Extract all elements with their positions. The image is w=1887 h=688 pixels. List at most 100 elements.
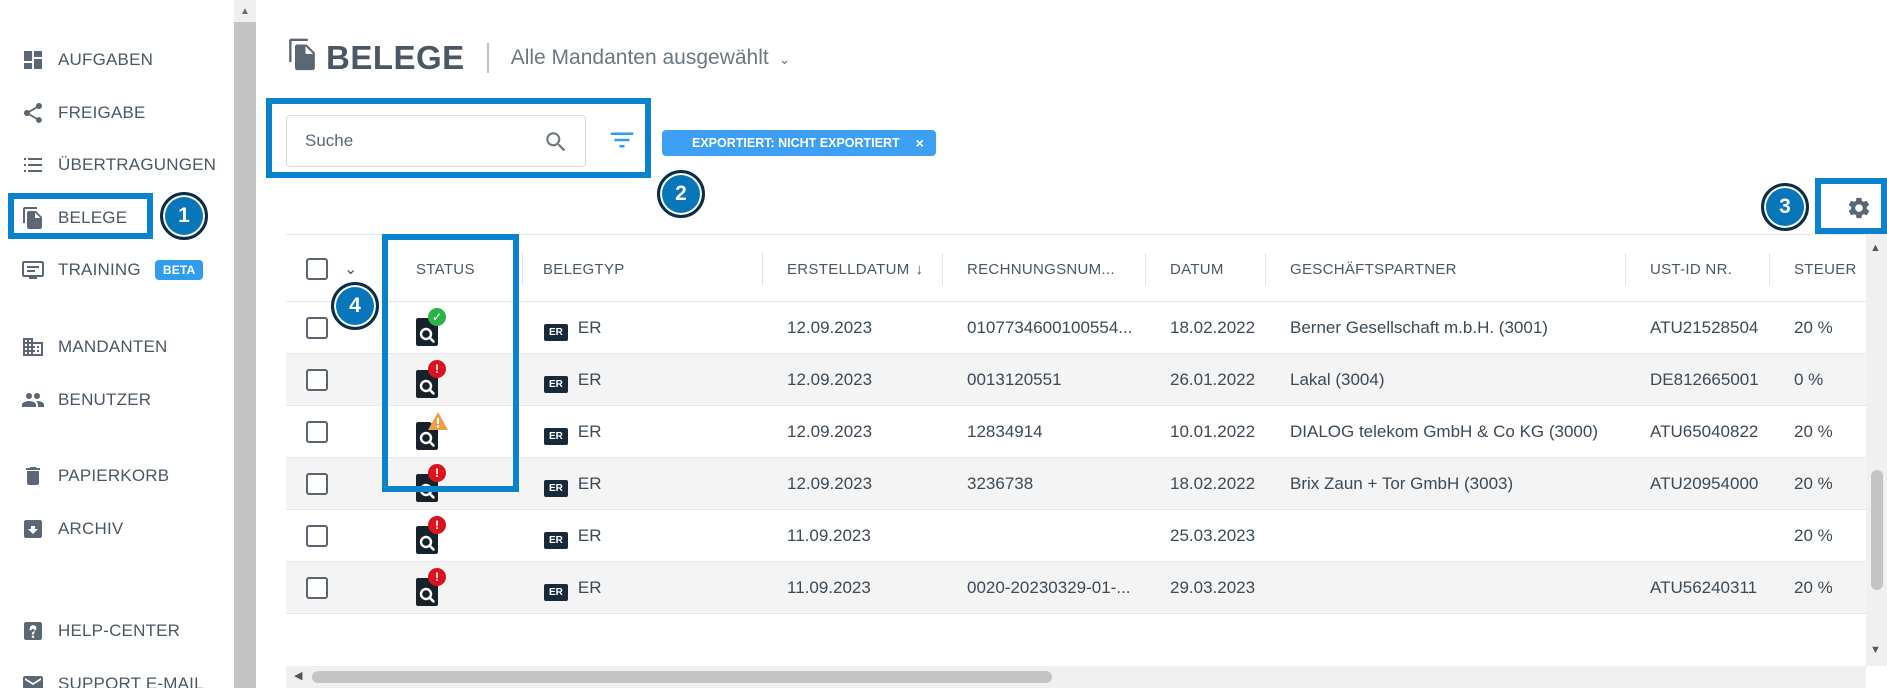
table-horizontal-scrollbar[interactable]: ◀ — [286, 666, 1866, 688]
belegtyp-tag: ER — [544, 427, 568, 445]
belegtyp-tag: ER — [544, 323, 568, 341]
table-row[interactable]: ! ER ER 12.09.2023 0013120551 26.01.2022 Lakal… — [286, 354, 1866, 406]
trash-icon — [20, 463, 46, 489]
row-checkbox[interactable] — [306, 525, 328, 547]
dashboard-icon — [20, 47, 46, 73]
datum-cell: 18.02.2022 — [1170, 474, 1256, 493]
row-checkbox[interactable] — [306, 473, 328, 495]
highlight-box-status-column — [382, 234, 519, 492]
belegtyp-cell: ER ER — [544, 406, 602, 458]
chevron-down-icon[interactable]: ⌄ — [344, 259, 358, 279]
sidebar-item-support-email[interactable]: SUPPORT E-MAIL — [20, 670, 204, 688]
row-checkbox[interactable] — [306, 577, 328, 599]
belegtyp-cell: ER ER — [544, 302, 602, 354]
row-checkbox[interactable] — [306, 421, 328, 443]
page-header: BELEGE Alle Mandanten ausgewählt ⌄ — [288, 38, 790, 77]
mail-icon — [20, 671, 46, 688]
scroll-up-icon[interactable]: ▲ — [1870, 242, 1881, 254]
scrollbar-thumb[interactable] — [1871, 470, 1883, 590]
belegtyp-cell: ER ER — [544, 458, 602, 510]
sidebar-item-label: HELP-CENTER — [58, 621, 181, 640]
table-row[interactable]: ! ER ER 11.09.2023 0020-20230329-01-... 29.03… — [286, 562, 1866, 614]
sidebar-item-benutzer[interactable]: BENUTZER — [20, 386, 151, 414]
annotation-badge-3: 3 — [1761, 183, 1809, 231]
mandant-selector[interactable]: Alle Mandanten ausgewählt ⌄ — [511, 46, 791, 70]
rechnungsnummer-cell: 0107734600100554... — [967, 318, 1133, 337]
sidebar-item-label: ARCHIV — [58, 519, 124, 538]
sidebar-item-label: FREIGABE — [58, 103, 146, 122]
column-header-belegtyp[interactable]: BELEGTYP — [523, 235, 763, 303]
ustid-cell: ATU21528504 — [1650, 318, 1759, 337]
column-header-steuer[interactable]: STEUER — [1770, 235, 1866, 303]
sidebar-item-training[interactable]: TRAINING BETA — [20, 256, 204, 284]
table-row[interactable]: ! ER ER 12.09.2023 3236738 18.02.2022 Brix Zau… — [286, 458, 1866, 510]
row-checkbox[interactable] — [306, 369, 328, 391]
erstelldatum-cell: 11.09.2023 — [787, 578, 871, 597]
annotation-badge-4: 4 — [331, 282, 379, 330]
sidebar-item-archiv[interactable]: ARCHIV — [20, 515, 123, 543]
column-header-datum[interactable]: DATUM — [1146, 235, 1266, 303]
belegtyp-tag: ER — [544, 479, 568, 497]
belegtyp-cell: ER ER — [544, 510, 602, 562]
sidebar-item-papierkorb[interactable]: PAPIERKORB — [20, 462, 169, 490]
belegtyp-value: ER — [577, 370, 602, 389]
table-row[interactable]: ✓ ER ER 12.09.2023 0107734600100554... 18.02.… — [286, 302, 1866, 354]
sidebar-item-uebertragungen[interactable]: ÜBERTRAGUNGEN — [20, 151, 216, 179]
sidebar-item-help-center[interactable]: HELP-CENTER — [20, 617, 180, 645]
datum-cell: 26.01.2022 — [1170, 370, 1256, 389]
page-title: BELEGE — [326, 38, 465, 76]
filter-chip[interactable]: EXPORTIERT: NICHT EXPORTIERT × — [662, 130, 936, 156]
steuer-cell: 0 % — [1794, 370, 1824, 389]
erstelldatum-cell: 12.09.2023 — [787, 422, 873, 441]
column-label: UST-ID NR. — [1650, 260, 1733, 278]
scroll-down-icon[interactable]: ▼ — [1870, 644, 1881, 656]
help-icon — [20, 618, 46, 644]
column-header-rechnungsnummer[interactable]: RECHNUNGSNUM... — [943, 235, 1146, 303]
sidebar-item-label: AUFGABEN — [58, 50, 154, 69]
status-cell[interactable]: ! — [416, 562, 446, 614]
steuer-cell: 20 % — [1794, 474, 1833, 493]
sidebar-item-freigabe[interactable]: FREIGABE — [20, 99, 146, 127]
users-icon — [20, 387, 46, 413]
table-vertical-scrollbar[interactable]: ▲ ▼ — [1866, 234, 1887, 666]
documents-icon — [288, 38, 316, 77]
error-icon: ! — [428, 568, 446, 586]
sidebar-scrollbar[interactable]: ▲ — [234, 0, 256, 688]
erstelldatum-cell: 11.09.2023 — [787, 526, 871, 545]
sidebar-item-label: TRAINING — [58, 260, 141, 279]
erstelldatum-cell: 12.09.2023 — [787, 370, 873, 389]
beta-badge: BETA — [154, 260, 204, 280]
erstelldatum-cell: 12.09.2023 — [787, 318, 873, 337]
sidebar-item-label: ÜBERTRAGUNGEN — [58, 155, 217, 174]
scroll-left-icon[interactable]: ◀ — [294, 669, 302, 682]
select-all-checkbox[interactable] — [306, 258, 328, 280]
column-header-geschaeftspartner[interactable]: GESCHÄFTSPARTNER — [1266, 235, 1626, 303]
column-header-ustid[interactable]: UST-ID NR. — [1626, 235, 1770, 303]
row-checkbox-cell — [306, 562, 328, 614]
table-row[interactable]: ER ER 12.09.2023 12834914 10.01.2022 DIALOG t… — [286, 406, 1866, 458]
column-label: STEUER — [1794, 260, 1857, 278]
mandant-selector-label: Alle Mandanten ausgewählt — [510, 45, 769, 69]
close-icon[interactable]: × — [916, 135, 924, 151]
belegtyp-value: ER — [577, 422, 602, 441]
column-header-erstelldatum[interactable]: ERSTELLDATUM ↓ — [763, 235, 943, 303]
geschaeftspartner-cell: Berner Gesellschaft m.b.H. (3001) — [1290, 318, 1548, 337]
status-cell[interactable]: ! — [416, 510, 446, 562]
column-label: ERSTELLDATUM — [787, 260, 910, 278]
belegtyp-cell: ER ER — [544, 562, 602, 614]
belegtyp-value: ER — [577, 474, 602, 493]
scroll-up-icon[interactable]: ▲ — [234, 0, 256, 22]
error-icon: ! — [428, 516, 446, 534]
steuer-cell: 20 % — [1794, 422, 1833, 441]
sidebar-item-mandanten[interactable]: MANDANTEN — [20, 333, 167, 361]
highlight-box-belege — [8, 193, 153, 239]
table-row[interactable]: ! ER ER 11.09.2023 25.03.2023 20 % — [286, 510, 1866, 562]
highlight-box-search — [266, 98, 651, 178]
steuer-cell: 20 % — [1794, 526, 1833, 545]
row-checkbox[interactable] — [306, 317, 328, 339]
belege-table: ⌄ STATUS BELEGTYP ERSTELLDATUM ↓ RECHNUNG… — [286, 234, 1866, 666]
sidebar-item-aufgaben[interactable]: AUFGABEN — [20, 46, 153, 74]
scrollbar-thumb[interactable] — [312, 671, 1052, 683]
sidebar-item-label: BENUTZER — [58, 390, 152, 409]
rechnungsnummer-cell: 0020-20230329-01-... — [967, 578, 1131, 597]
